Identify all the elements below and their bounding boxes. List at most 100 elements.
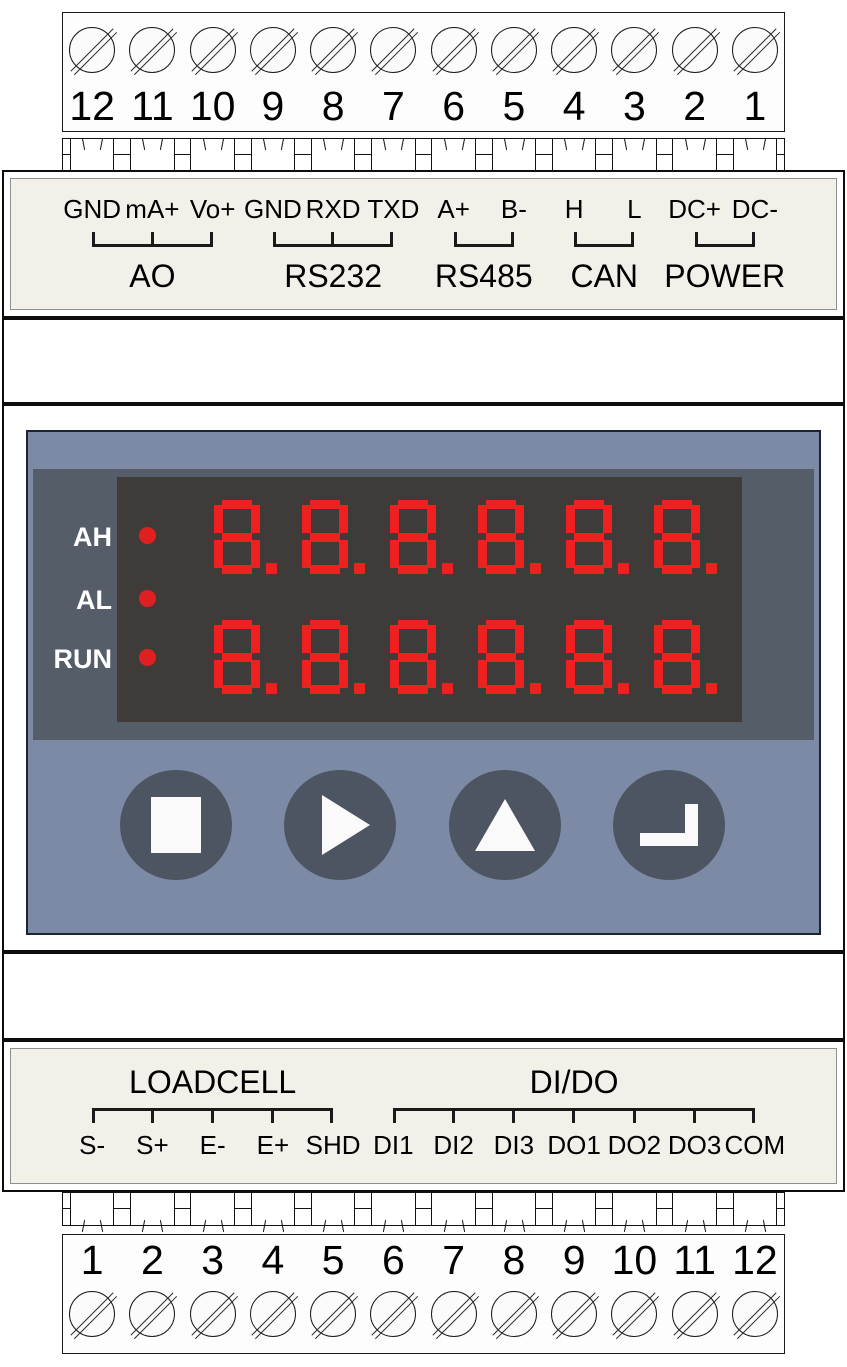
segment bbox=[603, 625, 612, 653]
terminal-screw[interactable] bbox=[370, 1291, 416, 1337]
terminal-screw[interactable] bbox=[491, 27, 537, 73]
segment bbox=[654, 625, 663, 653]
seven-segment-digit bbox=[390, 620, 436, 694]
terminal-number: 2 bbox=[122, 1240, 182, 1281]
segment bbox=[427, 625, 436, 653]
segment bbox=[222, 500, 252, 509]
terminal-screw[interactable] bbox=[732, 1291, 778, 1337]
segment bbox=[603, 540, 612, 568]
segment bbox=[398, 565, 428, 574]
terminal-screw[interactable] bbox=[732, 27, 778, 73]
segment bbox=[427, 540, 436, 568]
enter-return-icon bbox=[640, 804, 698, 846]
terminal-number: 5 bbox=[303, 1240, 363, 1281]
comb-tooth bbox=[371, 1192, 416, 1226]
terminal-number: 6 bbox=[424, 86, 484, 127]
enter-button[interactable] bbox=[613, 770, 725, 880]
comb-tooth bbox=[311, 1192, 356, 1226]
segment bbox=[662, 565, 692, 574]
decimal-point bbox=[530, 683, 541, 694]
device-front-view: 121110987654321 GNDmA+Vo+GNDRXDTXDA+B-HL… bbox=[0, 0, 847, 1367]
terminal-screw[interactable] bbox=[129, 27, 175, 73]
up-button[interactable] bbox=[449, 770, 561, 880]
terminal-number: 2 bbox=[665, 86, 725, 127]
segment bbox=[390, 660, 399, 688]
terminal-screw[interactable] bbox=[672, 27, 718, 73]
comb-tooth bbox=[672, 138, 717, 172]
terminal-screw[interactable] bbox=[431, 1291, 477, 1337]
terminal-number: 3 bbox=[604, 86, 664, 127]
comb-tooth bbox=[733, 138, 778, 172]
comb-tooth bbox=[130, 138, 175, 172]
decimal-point bbox=[706, 683, 717, 694]
terminal-screw[interactable] bbox=[250, 1291, 296, 1337]
comb-tooth bbox=[311, 138, 356, 172]
decimal-point bbox=[618, 563, 629, 574]
comb-tooth bbox=[251, 138, 296, 172]
terminal-number: 1 bbox=[725, 86, 785, 127]
segment bbox=[222, 620, 252, 629]
terminal-screw[interactable] bbox=[129, 1291, 175, 1337]
terminal-screw[interactable] bbox=[310, 1291, 356, 1337]
terminal-screw[interactable] bbox=[310, 27, 356, 73]
run-button[interactable] bbox=[284, 770, 396, 880]
segment bbox=[398, 620, 428, 629]
segment bbox=[398, 533, 428, 542]
terminal-screw[interactable] bbox=[69, 27, 115, 73]
terminal-screw[interactable] bbox=[190, 27, 236, 73]
terminal-screw[interactable] bbox=[551, 27, 597, 73]
terminal-screw[interactable] bbox=[551, 1291, 597, 1337]
decimal-point bbox=[618, 683, 629, 694]
terminal-screw[interactable] bbox=[672, 1291, 718, 1337]
segment bbox=[339, 660, 348, 688]
segment bbox=[662, 653, 692, 662]
segment bbox=[515, 540, 524, 568]
bracket-tick bbox=[693, 1108, 696, 1123]
segment bbox=[691, 540, 700, 568]
seven-segment-digit bbox=[478, 500, 524, 574]
decimal-point bbox=[354, 683, 365, 694]
segment bbox=[310, 533, 340, 542]
terminal-number: 5 bbox=[484, 86, 544, 127]
segment bbox=[515, 625, 524, 653]
bracket-tick bbox=[331, 232, 334, 247]
bracket-tick bbox=[512, 1108, 515, 1123]
terminal-screw[interactable] bbox=[370, 27, 416, 73]
enter-bar-vertical bbox=[685, 804, 698, 846]
terminal-number: 4 bbox=[243, 1240, 303, 1281]
terminal-screw[interactable] bbox=[491, 1291, 537, 1337]
terminal-screw[interactable] bbox=[611, 1291, 657, 1337]
segment bbox=[251, 625, 260, 653]
stop-button[interactable] bbox=[120, 770, 232, 880]
group-label: AO bbox=[52, 260, 252, 292]
comb-tooth bbox=[431, 138, 476, 172]
segment bbox=[566, 625, 575, 653]
bracket-tick bbox=[572, 1108, 575, 1123]
segment bbox=[427, 505, 436, 533]
top-plug-comb bbox=[62, 130, 785, 172]
terminal-number: 10 bbox=[183, 86, 243, 127]
upper-blank-section bbox=[2, 318, 845, 404]
segment bbox=[566, 540, 575, 568]
comb-tooth bbox=[70, 1192, 115, 1226]
comb-tooth bbox=[672, 1192, 717, 1226]
bottom-screw-row bbox=[62, 1288, 785, 1340]
segment bbox=[574, 565, 604, 574]
bracket-tick bbox=[151, 232, 154, 247]
seven-segment-digit bbox=[214, 500, 260, 574]
segment bbox=[214, 540, 223, 568]
terminal-screw[interactable] bbox=[250, 27, 296, 73]
terminal-screw[interactable] bbox=[431, 27, 477, 73]
terminal-screw[interactable] bbox=[190, 1291, 236, 1337]
play-triangle-icon bbox=[322, 795, 370, 855]
group-label: POWER bbox=[625, 260, 825, 292]
segment bbox=[691, 505, 700, 533]
comb-tooth bbox=[130, 1192, 175, 1226]
segment bbox=[222, 533, 252, 542]
terminal-number: 8 bbox=[303, 86, 363, 127]
terminal-screw[interactable] bbox=[69, 1291, 115, 1337]
segment bbox=[486, 685, 516, 694]
segment bbox=[515, 660, 524, 688]
segment bbox=[662, 500, 692, 509]
terminal-screw[interactable] bbox=[611, 27, 657, 73]
